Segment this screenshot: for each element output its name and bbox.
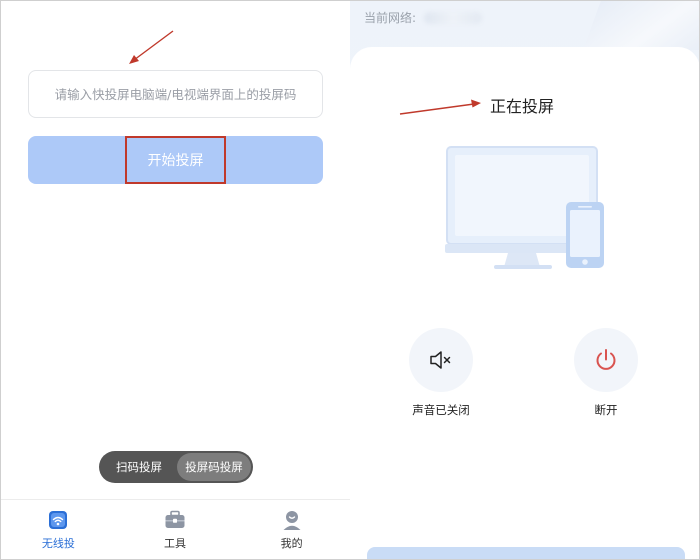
start-cast-button[interactable]: 开始投屏 [28,136,323,184]
tab-wireless[interactable]: 无线投 [0,500,117,560]
mute-label: 声音已关闭 [412,403,470,417]
toolbox-icon [164,510,186,530]
cast-code-screen: 开始投屏 扫码投屏 投屏码投屏 无线投 [0,0,350,560]
start-cast-label: 开始投屏 [125,136,226,184]
wireless-cast-icon [47,510,69,530]
bottom-action-bar-partial[interactable] [367,547,685,560]
cast-code-input[interactable] [29,71,322,117]
mute-button[interactable] [409,328,473,392]
tab-tools-label: 工具 [164,537,186,550]
mute-control[interactable]: 声音已关闭 [396,328,486,418]
mode-option-scan[interactable]: 扫码投屏 [101,453,177,481]
profile-icon [281,510,303,530]
speaker-muted-icon [430,351,451,369]
disconnect-label: 断开 [594,403,618,417]
tab-wireless-label: 无线投 [41,537,75,550]
tab-profile[interactable]: 我的 [233,500,350,560]
header-decoration [582,0,700,50]
mode-option-code[interactable]: 投屏码投屏 [177,453,251,481]
monitor-and-phone-icon [445,146,604,269]
screenshot-composite: 开始投屏 扫码投屏 投屏码投屏 无线投 [0,0,700,560]
casting-status-screen: 当前网络: 正在投屏 声音已关闭 断开 [350,0,700,560]
power-icon [596,349,616,370]
network-label: 当前网络: [364,11,417,25]
tab-tools[interactable]: 工具 [117,500,234,560]
disconnect-button[interactable] [574,328,638,392]
cast-code-field[interactable] [28,70,323,118]
status-card [350,47,700,560]
disconnect-control[interactable]: 断开 [561,328,651,418]
bottom-tab-bar: 无线投 工具 我的 [0,499,350,560]
network-name-redacted [424,12,482,24]
casting-status-title: 正在投屏 [490,97,555,116]
tab-profile-label: 我的 [280,537,303,550]
cast-mode-toggle[interactable]: 扫码投屏 投屏码投屏 [99,451,253,483]
